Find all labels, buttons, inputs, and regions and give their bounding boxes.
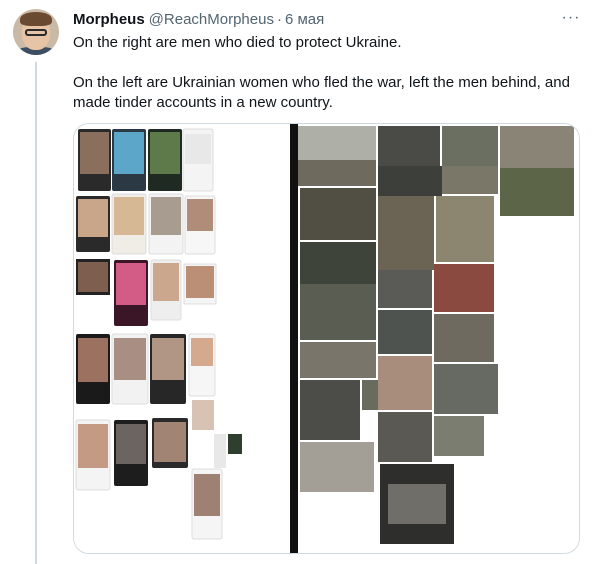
tweet-paragraph: On the left are Ukrainian women who fled…: [73, 74, 570, 111]
avatar[interactable]: [13, 9, 59, 55]
separator-dot: ·: [276, 10, 282, 28]
tweet-paragraph: On the right are men who died to protect…: [73, 34, 402, 51]
display-name[interactable]: Morpheus: [73, 11, 145, 28]
profile-screenshot-row-4: [76, 333, 216, 405]
war-photos-collage: [298, 124, 579, 553]
dating-profiles-collage: [74, 124, 290, 553]
thread-line: [35, 62, 37, 564]
profile-screenshot-row-1: [78, 128, 214, 192]
tweet-media-image[interactable]: [73, 123, 580, 554]
more-options-icon[interactable]: ···: [558, 8, 584, 28]
collage-divider: [290, 124, 298, 553]
tweet-text: On the right are men who died to protect…: [73, 33, 583, 113]
profile-screenshot-row-2: [76, 193, 216, 255]
dating-profiles-collage-art: [75, 128, 242, 540]
profile-screenshot-row-3: [76, 259, 217, 326]
profile-screenshot-row-5: [75, 400, 242, 540]
tweet-header: Morpheus @ReachMorpheus · 6 мая: [73, 9, 324, 29]
war-photos-collage-art: [298, 126, 574, 544]
user-handle[interactable]: @ReachMorpheus: [149, 11, 274, 28]
tweet-timestamp[interactable]: 6 мая: [285, 11, 324, 28]
